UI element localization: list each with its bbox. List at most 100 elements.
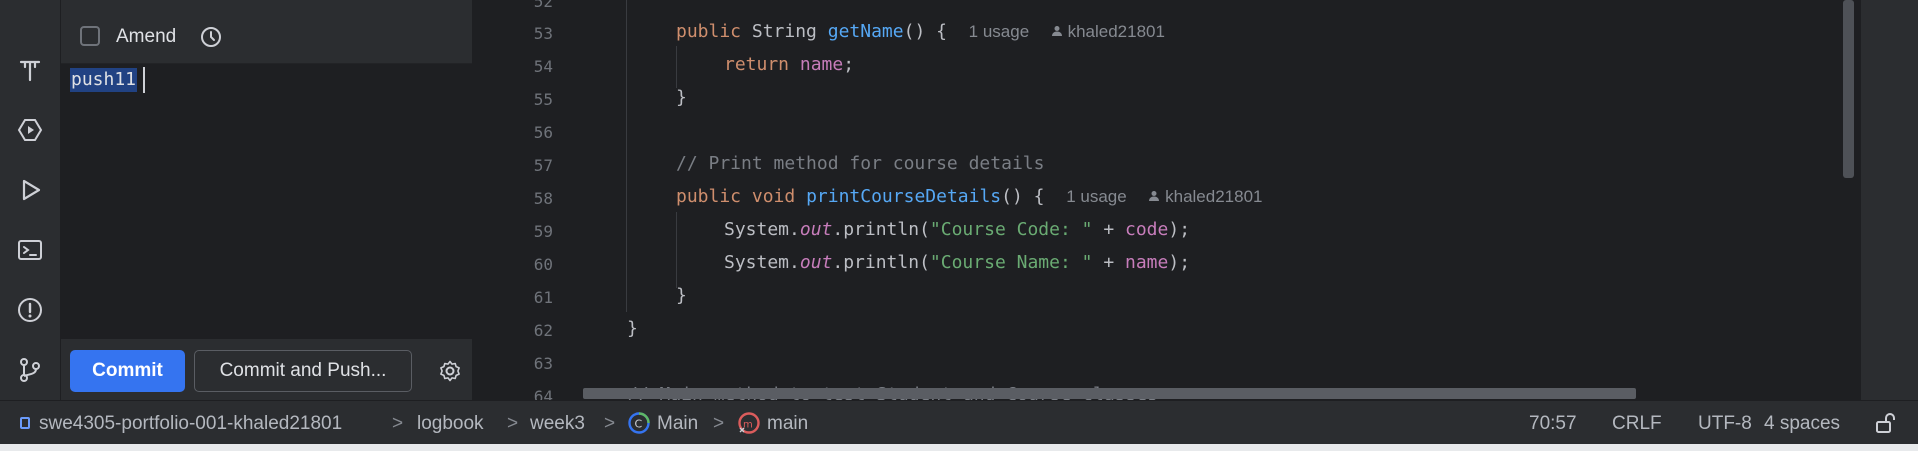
- code-token: public: [676, 21, 742, 42]
- window-bottom-edge: [0, 444, 1918, 451]
- code-token: getName: [827, 21, 904, 42]
- code-token: public: [676, 186, 742, 207]
- code-token: name: [799, 54, 844, 75]
- indent-setting[interactable]: 4 spaces: [1764, 413, 1840, 435]
- code-token: name: [1125, 252, 1169, 273]
- code-line-53: public String getName() { 1 usage khaled…: [676, 21, 1165, 42]
- code-line-54: return name;: [724, 54, 854, 75]
- caret-position[interactable]: 70:57: [1529, 413, 1577, 435]
- code-token: +: [1092, 219, 1125, 240]
- code-token: .println(: [832, 219, 930, 240]
- author-name: khaled21801: [1067, 22, 1165, 41]
- author-hint[interactable]: khaled21801: [1148, 187, 1263, 206]
- code-token: System.: [724, 252, 800, 273]
- code-token: }: [676, 87, 687, 108]
- file-encoding[interactable]: UTF-8: [1698, 413, 1752, 435]
- code-token: printCourseDetails: [806, 186, 1002, 207]
- usage-hint[interactable]: 1 usage: [969, 22, 1030, 41]
- vertical-scrollbar[interactable]: [1843, 0, 1854, 178]
- problems-icon[interactable]: [14, 294, 46, 326]
- gear-icon[interactable]: [438, 359, 462, 383]
- amend-checkbox[interactable]: [80, 26, 100, 46]
- commit-and-push-button[interactable]: Commit and Push...: [194, 350, 412, 392]
- project-icon: [20, 417, 30, 429]
- breadcrumb-class[interactable]: Main: [657, 413, 698, 435]
- indent-guide: [626, 0, 627, 312]
- amend-bar: Amend: [61, 0, 472, 64]
- svg-text:C: C: [635, 418, 643, 431]
- commit-button[interactable]: Commit: [70, 350, 185, 392]
- line-number: 63: [533, 354, 553, 373]
- line-number: 56: [533, 123, 553, 142]
- svg-text:m: m: [743, 420, 753, 431]
- code-token: () {: [903, 21, 947, 42]
- code-string: "Course Name: ": [929, 252, 1093, 273]
- tool-window-strip: [0, 0, 61, 400]
- code-string: "Course Code: ": [929, 219, 1093, 240]
- commit-message-text: push11: [70, 68, 138, 92]
- status-bar: swe4305-portfolio-001-khaled21801 > logb…: [0, 400, 1918, 445]
- method-icon: m: [738, 412, 760, 434]
- code-token: out: [799, 219, 833, 240]
- commit-panel: Amend push11 Commit Commit and Push...: [61, 0, 473, 400]
- usage-hint[interactable]: 1 usage: [1066, 187, 1127, 206]
- line-ending[interactable]: CRLF: [1612, 413, 1662, 435]
- code-line-57: // Print method for course details: [676, 153, 1044, 174]
- line-number: 54: [533, 57, 553, 76]
- horizontal-scrollbar[interactable]: [583, 388, 1636, 399]
- code-token: String: [751, 21, 817, 42]
- person-icon: [1149, 191, 1160, 201]
- line-number: 58: [533, 189, 553, 208]
- breadcrumb-separator: >: [713, 413, 725, 434]
- author-hint[interactable]: khaled21801: [1051, 22, 1165, 41]
- code-line-59: System.out.println("Course Code: " + cod…: [724, 219, 1190, 240]
- breadcrumb-logbook[interactable]: logbook: [417, 413, 484, 435]
- breadcrumb-method[interactable]: main: [767, 413, 808, 435]
- code-token: ;: [843, 54, 855, 75]
- code-token: +: [1092, 252, 1125, 273]
- line-number: 64: [533, 387, 553, 400]
- terminal-icon[interactable]: [14, 234, 46, 266]
- commit-tool-icon[interactable]: [14, 54, 46, 86]
- code-line-55: }: [676, 87, 687, 108]
- code-token: void: [751, 186, 796, 207]
- text-caret: [143, 67, 145, 93]
- code-editor[interactable]: 52 53 54 55 56 57 58 59 60 61 62 63 64 p…: [473, 0, 1918, 400]
- code-token: return: [724, 54, 790, 75]
- line-number: 57: [533, 156, 553, 175]
- code-comment: // Print method for course details: [676, 153, 1045, 174]
- line-number-gutter: 52 53 54 55 56 57 58 59 60 61 62 63 64: [473, 0, 553, 400]
- run-icon[interactable]: [14, 174, 46, 206]
- author-name: khaled21801: [1165, 187, 1263, 206]
- lock-icon[interactable]: [1874, 412, 1896, 434]
- commit-message-input[interactable]: push11: [61, 64, 472, 339]
- person-icon: [1051, 26, 1062, 36]
- breadcrumb-project[interactable]: swe4305-portfolio-001-khaled21801: [39, 413, 342, 435]
- code-line-61: }: [676, 285, 687, 306]
- services-icon[interactable]: [14, 114, 46, 146]
- code-line-58: public void printCourseDetails() { 1 usa…: [676, 186, 1263, 207]
- code-line-62: }: [627, 318, 638, 339]
- class-icon: C: [628, 412, 650, 434]
- code-token: () {: [1001, 186, 1045, 207]
- code-token: out: [799, 252, 833, 273]
- ide-window: Amend push11 Commit Commit and Push... 5…: [0, 0, 1918, 451]
- breadcrumb-week3[interactable]: week3: [530, 413, 585, 435]
- line-number: 61: [533, 288, 553, 307]
- commit-history-icon[interactable]: [199, 25, 223, 49]
- indent-guide: [676, 212, 677, 288]
- code-token: );: [1168, 219, 1191, 240]
- line-number: 60: [533, 255, 553, 274]
- git-icon[interactable]: [14, 354, 46, 386]
- code-token: );: [1168, 252, 1191, 273]
- code-token: }: [627, 318, 638, 339]
- amend-label: Amend: [116, 26, 177, 47]
- code-token: code: [1125, 219, 1169, 240]
- code-token: .println(: [832, 252, 930, 273]
- breadcrumb-separator: >: [604, 413, 616, 434]
- line-number: 53: [533, 24, 553, 43]
- line-number: 59: [533, 222, 553, 241]
- code-token: }: [676, 285, 687, 306]
- indent-guide: [676, 46, 677, 88]
- breadcrumb-separator: >: [392, 413, 404, 434]
